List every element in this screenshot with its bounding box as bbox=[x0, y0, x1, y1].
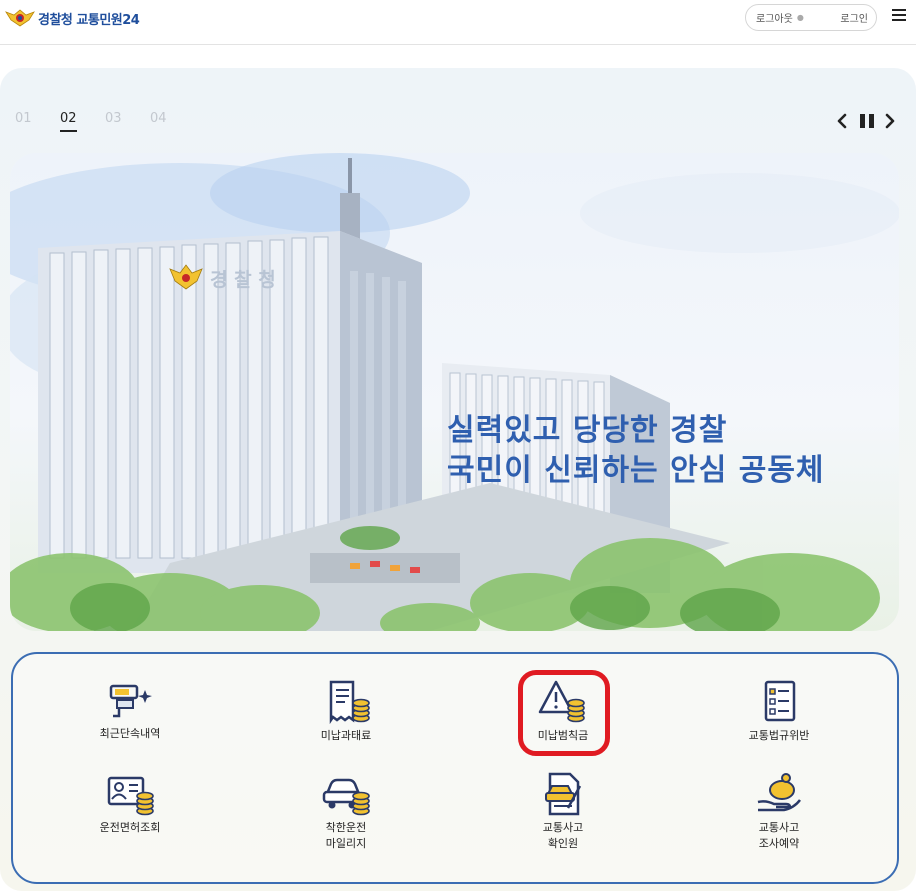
slide-page-3[interactable]: 03 bbox=[105, 111, 150, 126]
license-coins-icon bbox=[107, 776, 154, 816]
hamburger-icon[interactable] bbox=[889, 6, 909, 26]
chevron-left-icon[interactable] bbox=[836, 112, 848, 130]
service-label: 미납과태료 bbox=[320, 729, 372, 742]
slide-pager: 01 02 03 04 bbox=[15, 111, 195, 132]
receipt-coins-icon bbox=[329, 680, 370, 724]
slide-page-4[interactable]: 04 bbox=[150, 111, 195, 126]
service-accident-certificate[interactable]: 교통사고 확인원 bbox=[488, 772, 638, 852]
logout-button[interactable]: 로그아웃 bbox=[756, 10, 793, 25]
chevron-right-icon[interactable] bbox=[884, 112, 896, 130]
building-sign: 경 찰 청 bbox=[210, 269, 276, 291]
banner-headline-1: 실력있고 당당한 경찰 bbox=[447, 413, 728, 448]
service-accident-investigation-booking[interactable]: 교통사고 조사예약 bbox=[704, 772, 854, 852]
service-label: 착한운전 마일리지 bbox=[325, 821, 367, 850]
car-document-icon bbox=[545, 772, 582, 816]
piggy-bank-hand-icon bbox=[757, 773, 801, 812]
slide-page-1[interactable]: 01 bbox=[15, 111, 60, 126]
top-header: 경찰청 교통민원24 로그아웃 ● 로그인 bbox=[0, 0, 916, 45]
checklist-icon bbox=[764, 680, 796, 722]
service-unpaid-fines[interactable]: 미납과태료 bbox=[271, 680, 421, 744]
login-button[interactable]: 로그인 bbox=[840, 10, 868, 25]
service-label: 교통법규위반 bbox=[748, 729, 810, 742]
site-title: 경찰청 교통민원24 bbox=[38, 12, 140, 28]
speed-camera-icon bbox=[109, 684, 152, 718]
separator-dot: ● bbox=[796, 13, 804, 22]
service-label: 교통사고 확인원 bbox=[542, 821, 584, 850]
service-label: 교통사고 조사예약 bbox=[758, 821, 800, 850]
service-traffic-violation[interactable]: 교통법규위반 bbox=[704, 680, 854, 744]
service-label: 최근단속내역 bbox=[99, 727, 161, 740]
pause-icon[interactable] bbox=[858, 112, 876, 130]
slide-page-2[interactable]: 02 bbox=[60, 111, 105, 132]
site-logo[interactable]: 경찰청 교통민원24 bbox=[4, 6, 140, 30]
service-label: 운전면허조회 bbox=[99, 821, 161, 834]
service-recent-enforcement[interactable]: 최근단속내역 bbox=[55, 680, 205, 742]
police-hq-illustration: 경 찰 청 bbox=[10, 153, 899, 631]
service-license-lookup[interactable]: 운전면허조회 bbox=[55, 772, 205, 836]
service-safe-driving-mileage[interactable]: 착한운전 마일리지 bbox=[271, 772, 421, 852]
car-coins-icon bbox=[322, 778, 370, 816]
hero-banner[interactable]: 경 찰 청 실력있고 당당한 경찰 국민이 신뢰하는 안심 공동체 bbox=[10, 153, 899, 631]
highlight-frame bbox=[518, 670, 610, 756]
police-emblem-icon bbox=[5, 9, 35, 27]
auth-bar: 로그아웃 ● 로그인 bbox=[745, 4, 877, 31]
banner-headline-2: 국민이 신뢰하는 안심 공동체 bbox=[447, 453, 825, 488]
